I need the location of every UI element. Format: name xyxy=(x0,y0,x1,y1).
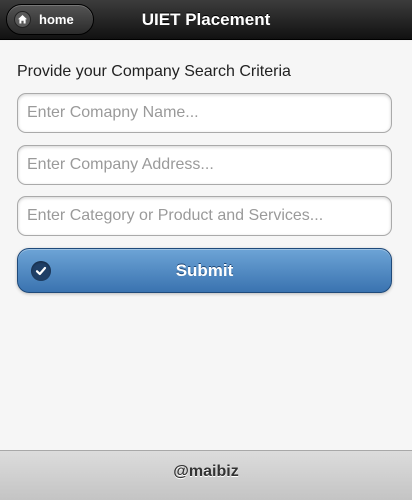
footer-bar: @maibiz xyxy=(0,450,412,500)
submit-button-label: Submit xyxy=(175,260,234,280)
company-address-input[interactable] xyxy=(17,145,392,185)
submit-button[interactable]: Submit xyxy=(17,248,392,293)
footer-text: @maibiz xyxy=(173,463,239,480)
company-name-input[interactable] xyxy=(17,93,392,133)
header-bar: UIET Placement home xyxy=(0,0,412,40)
form-heading: Provide your Company Search Criteria xyxy=(17,63,291,80)
checkmark-icon xyxy=(31,261,51,281)
home-button-label: home xyxy=(39,12,74,27)
home-button[interactable]: home xyxy=(6,4,94,35)
main-content: Provide your Company Search Criteria Sub… xyxy=(0,41,412,450)
home-icon xyxy=(14,11,31,28)
category-input[interactable] xyxy=(17,196,392,236)
